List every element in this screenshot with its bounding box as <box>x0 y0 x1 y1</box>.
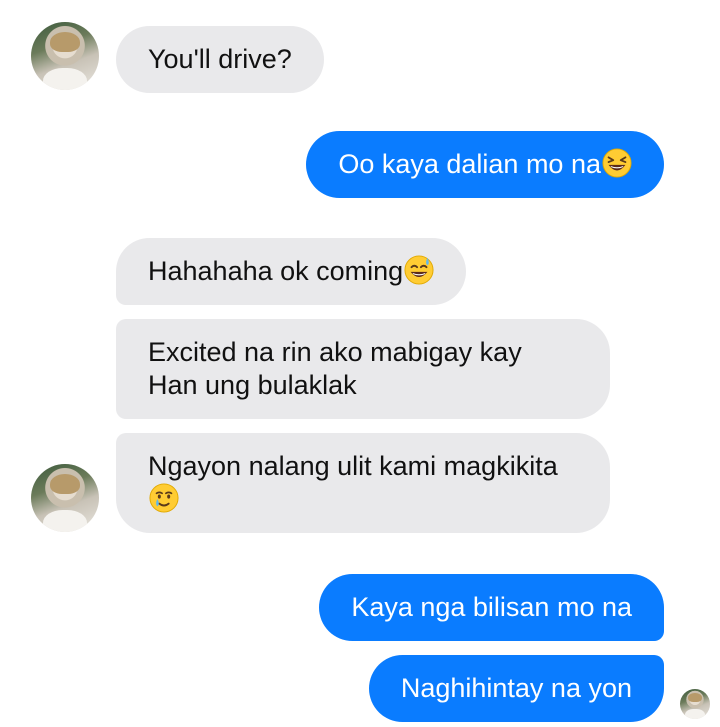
message-text: Kaya nga bilisan mo na <box>351 592 632 622</box>
message-bubble-outgoing[interactable]: Naghihintay na yon <box>368 655 664 722</box>
message-text: You'll drive? <box>148 44 292 74</box>
read-receipt-avatar <box>680 689 710 719</box>
message-bubble-incoming[interactable]: You'll drive? <box>116 26 324 93</box>
message-text: Naghihintay na yon <box>400 673 632 703</box>
avatar-hair <box>50 473 80 494</box>
contact-avatar[interactable] <box>31 464 99 532</box>
message-bubble-outgoing[interactable]: Oo kaya dalian mo na <box>306 131 664 198</box>
message-bubble-incoming[interactable]: Hahahaha ok coming <box>116 238 467 305</box>
avatar-hair <box>688 693 702 703</box>
message-thread: You'll drive? Oo kaya dalian mo na Hahah… <box>0 0 720 727</box>
message-text: Oo kaya dalian mo na <box>338 149 601 179</box>
avatar-hair <box>50 31 80 52</box>
message-bubble-incoming[interactable]: Excited na rin ako mabigay kay Han ung b… <box>116 319 610 419</box>
message-text: Hahahaha ok coming <box>148 256 404 286</box>
message-bubble-outgoing[interactable]: Kaya nga bilisan mo na <box>319 574 664 641</box>
avatar-shirt <box>685 709 705 719</box>
message-text: Ngayon nalang ulit kami magkikita <box>148 451 558 481</box>
avatar-shirt <box>43 68 87 90</box>
message-text: Excited na rin ako mabigay kay Han ung b… <box>148 337 522 400</box>
grinning-face-with-sweat-icon <box>404 255 434 285</box>
contact-avatar[interactable] <box>31 22 99 90</box>
smiling-face-with-tear-icon <box>149 483 179 513</box>
avatar-shirt <box>43 510 87 532</box>
message-bubble-incoming[interactable]: Ngayon nalang ulit kami magkikita <box>116 433 610 533</box>
grinning-squinting-face-icon <box>602 148 632 178</box>
